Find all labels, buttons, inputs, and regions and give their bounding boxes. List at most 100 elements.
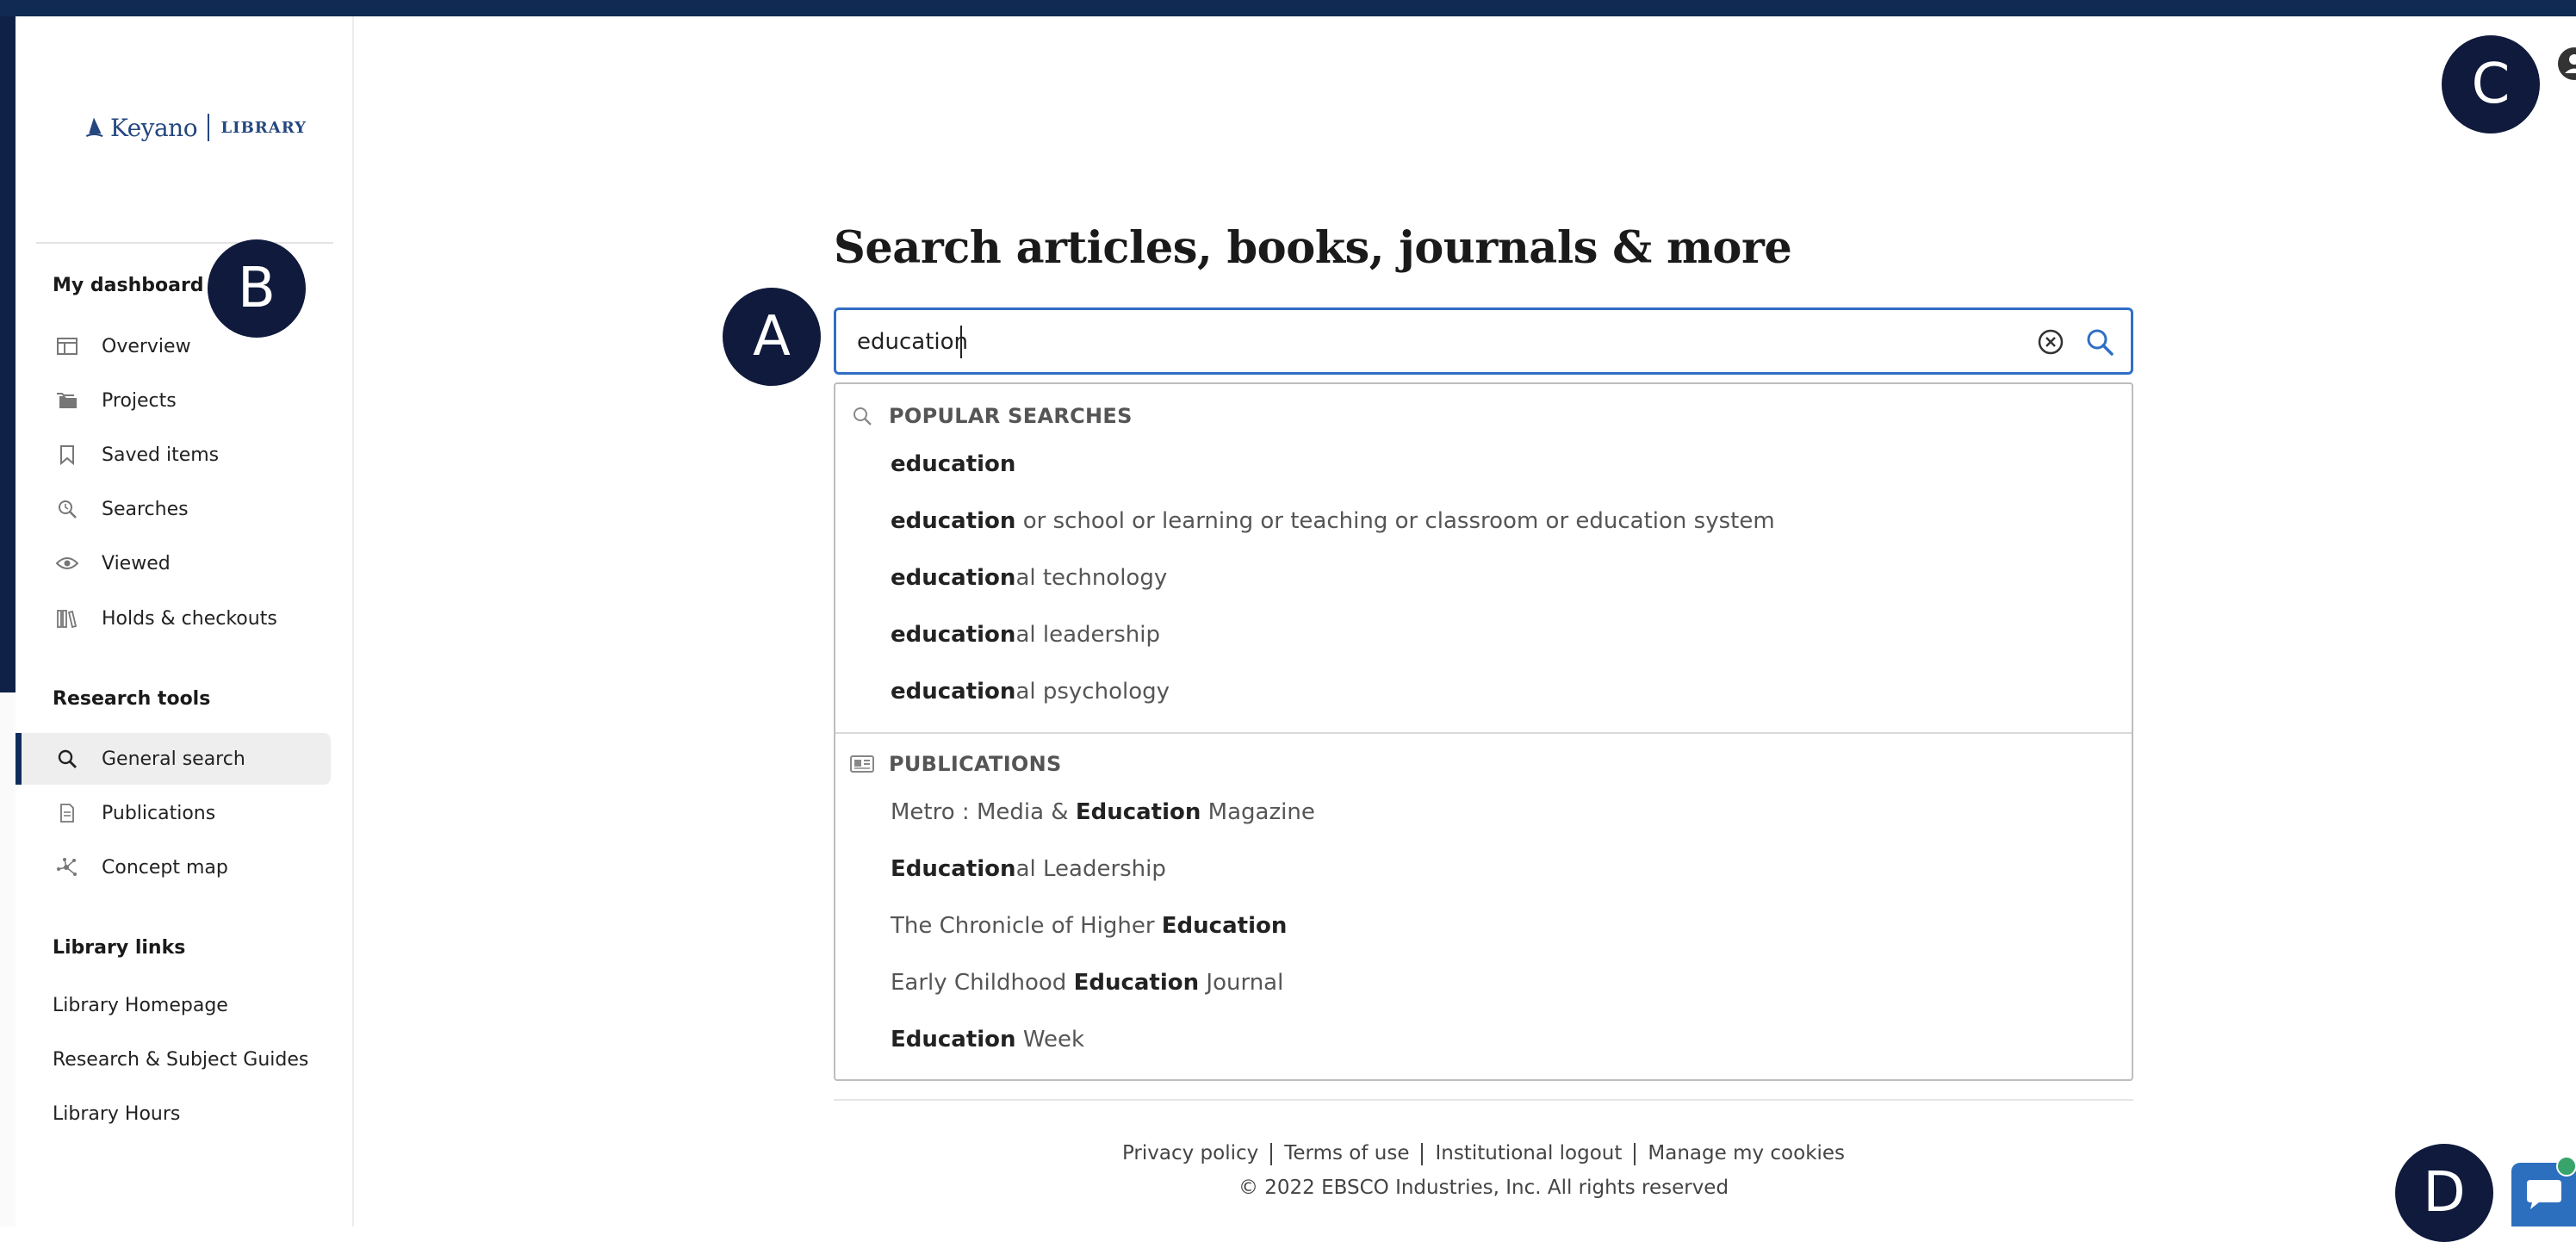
sidebar-item-holds-checkouts[interactable]: Holds & checkouts: [16, 593, 331, 644]
sidebar-item-label: Publications: [102, 802, 216, 824]
publication-match: Education: [1161, 913, 1288, 939]
publication-item[interactable]: Educational Leadership: [891, 856, 1166, 882]
footer-separator: [1634, 1142, 1636, 1165]
research-tools-heading: Research tools: [53, 688, 211, 710]
footer-links: Privacy policy Terms of use Institutional …: [834, 1142, 2133, 1165]
sidebar-item-publications[interactable]: Publications: [16, 787, 331, 839]
sidebar-item-label: Overview: [102, 335, 191, 357]
sidebar-item-searches[interactable]: Searches: [16, 483, 331, 535]
search-history-icon: [55, 497, 79, 521]
search-input[interactable]: education: [834, 307, 2133, 375]
marker-b: B: [208, 239, 306, 338]
page-title: Search articles, books, journals & more: [834, 222, 1792, 274]
publication-item[interactable]: The Chronicle of Higher Education: [891, 913, 1287, 939]
suggestion-item[interactable]: educational technology: [891, 565, 1167, 591]
suggestion-match: education: [891, 679, 1016, 705]
sidebar-item-label: Searches: [102, 498, 189, 520]
publication-icon: [849, 751, 875, 777]
suggestion-item[interactable]: educational psychology: [891, 679, 1170, 705]
suggestion-rest: al psychology: [1015, 679, 1170, 705]
bookmark-icon: [55, 443, 79, 467]
copyright-text: © 2022 EBSCO Industries, Inc. All rights…: [1238, 1177, 1729, 1199]
publication-match: Education: [891, 1027, 1016, 1053]
suggestion-rest: or school or learning or teaching or cla…: [1015, 508, 1775, 534]
publication-item[interactable]: Metro : Media & Education Magazine: [891, 799, 1315, 825]
online-status-icon: [2556, 1156, 2576, 1177]
terms-of-use-link[interactable]: Terms of use: [1284, 1142, 1409, 1164]
left-edge-strip: [0, 16, 16, 692]
publication-pre: The Chronicle of Higher: [891, 913, 1162, 939]
top-bar: [0, 0, 2576, 16]
suggestion-item[interactable]: education or school or learning or teach…: [891, 508, 1775, 534]
publication-match: Education: [891, 856, 1016, 882]
logo-library: LIBRARY: [220, 118, 307, 137]
publication-post: Journal: [1199, 970, 1284, 996]
publications-heading: PUBLICATIONS: [849, 751, 1062, 777]
publications-label: PUBLICATIONS: [889, 752, 1062, 776]
suggestion-match: education: [891, 451, 1016, 477]
marker-d: D: [2395, 1144, 2493, 1242]
eye-icon: [55, 551, 79, 575]
link-library-hours[interactable]: Library Hours: [53, 1103, 180, 1125]
user-account-icon[interactable]: [2557, 47, 2576, 81]
search-suggestions-dropdown: POPULAR SEARCHES education education or …: [834, 382, 2133, 1081]
sidebar-item-label: Viewed: [102, 552, 171, 574]
suggestion-rest: al technology: [1015, 565, 1168, 591]
sidebar-item-label: Saved items: [102, 444, 220, 466]
footer-divider: [834, 1099, 2133, 1101]
dropdown-divider: [835, 732, 2132, 734]
sidebar-item-label: Concept map: [102, 856, 228, 879]
manage-cookies-link[interactable]: Manage my cookies: [1648, 1142, 1845, 1164]
publication-match: Education: [1073, 970, 1200, 996]
sidebar-item-projects[interactable]: Projects: [16, 375, 331, 426]
publication-match: Education: [1075, 799, 1201, 825]
popular-searches-label: POPULAR SEARCHES: [889, 404, 1133, 428]
sidebar-item-label: General search: [102, 748, 245, 770]
privacy-policy-link[interactable]: Privacy policy: [1122, 1142, 1258, 1164]
sidebar: Keyano LIBRARY My dashboard Overview Pro…: [16, 16, 354, 1226]
folder-icon: [55, 388, 79, 413]
search-icon: [849, 403, 875, 429]
publication-post: Week: [1015, 1027, 1085, 1053]
publication-item[interactable]: Early Childhood Education Journal: [891, 970, 1283, 996]
overview-icon: [55, 334, 79, 358]
suggestion-match: education: [891, 508, 1016, 534]
publication-pre: Metro : Media &: [891, 799, 1076, 825]
sidebar-item-viewed[interactable]: Viewed: [16, 537, 331, 589]
search-icon: [55, 747, 79, 771]
popular-searches-heading: POPULAR SEARCHES: [849, 403, 1133, 429]
search-submit-icon[interactable]: [2084, 326, 2115, 357]
sail-logo-icon: [85, 117, 103, 138]
clear-search-icon[interactable]: [2036, 327, 2065, 357]
suggestion-item[interactable]: educational leadership: [891, 622, 1160, 648]
publication-pre: Early Childhood: [891, 970, 1074, 996]
left-edge-strip-lower: [0, 692, 16, 1226]
library-logo[interactable]: Keyano LIBRARY: [83, 106, 307, 149]
dashboard-heading: My dashboard: [53, 275, 204, 296]
suggestion-match: education: [891, 622, 1016, 648]
search-input-value[interactable]: education: [857, 329, 968, 355]
publication-post: al Leadership: [1015, 856, 1166, 882]
suggestion-item[interactable]: education: [891, 451, 1015, 477]
institutional-logout-link[interactable]: Institutional logout: [1435, 1142, 1622, 1164]
link-research-subject-guides[interactable]: Research & Subject Guides: [53, 1049, 308, 1071]
footer-separator: [1421, 1142, 1424, 1165]
concept-map-icon: [55, 855, 79, 879]
footer-separator: [1270, 1142, 1273, 1165]
document-icon: [55, 801, 79, 825]
sidebar-item-general-search[interactable]: General search: [16, 733, 331, 785]
marker-c: C: [2442, 35, 2540, 134]
publication-post: Magazine: [1201, 799, 1315, 825]
marker-a: A: [723, 288, 821, 386]
sidebar-item-saved-items[interactable]: Saved items: [16, 429, 331, 481]
books-icon: [55, 606, 79, 630]
sidebar-item-concept-map[interactable]: Concept map: [16, 841, 331, 893]
text-caret: [960, 326, 962, 358]
logo-name: Keyano: [109, 113, 198, 142]
sidebar-divider: [36, 242, 333, 244]
sidebar-item-label: Holds & checkouts: [102, 607, 277, 630]
suggestion-rest: al leadership: [1015, 622, 1160, 648]
publication-item[interactable]: Education Week: [891, 1027, 1084, 1053]
link-library-homepage[interactable]: Library Homepage: [53, 995, 228, 1016]
library-links-heading: Library links: [53, 937, 186, 959]
